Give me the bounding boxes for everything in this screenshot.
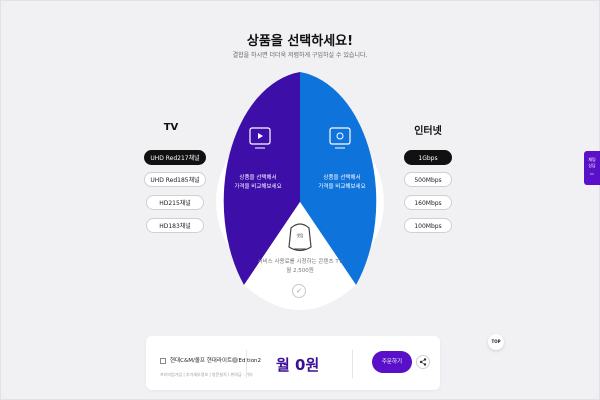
bundle-checkbox[interactable] — [160, 358, 166, 364]
total-price: 월 0원 — [276, 356, 320, 374]
bottom-segment-text-1: 서비스 사용료를 시청하는 콘텐츠 TV — [257, 259, 343, 265]
order-button[interactable]: 주문하기 — [372, 351, 412, 373]
divider — [246, 350, 247, 378]
divider — [352, 350, 353, 378]
summary-bar: 현대C&M/올프 현대라이트M Edition2 i 프리미엄가입 | 추가세부… — [146, 336, 440, 390]
right-segment-text-1: 상품을 선택해서 — [323, 175, 361, 181]
check-icon[interactable]: ✓ — [292, 284, 306, 298]
right-segment-text-2: 가격을 비교해보세요 — [318, 184, 366, 190]
scroll-top-button[interactable]: TOP — [488, 334, 504, 350]
info-icon[interactable]: i — [232, 357, 238, 363]
chat-side-tab[interactable]: 채팅 상담 ▭ — [584, 151, 600, 185]
bottom-segment-text-2: 월 2,500원 — [286, 268, 314, 274]
device-label: 셋탑 — [296, 233, 304, 238]
left-segment-text-2: 가격을 비교해보세요 — [234, 184, 282, 190]
chat-icon: ▭ — [590, 171, 594, 176]
share-icon[interactable] — [416, 355, 430, 369]
bundle-checkbox-label: 현대C&M/올프 현대라이트M Edition2 — [170, 358, 262, 364]
bundle-note: 프리미엄가입 | 추가세부정보 | 방문설치 / 위약금 · 기타 — [160, 372, 253, 377]
left-segment-text-1: 상품을 선택해서 — [239, 175, 277, 181]
side-tab-label-2: 상담 — [588, 163, 596, 168]
